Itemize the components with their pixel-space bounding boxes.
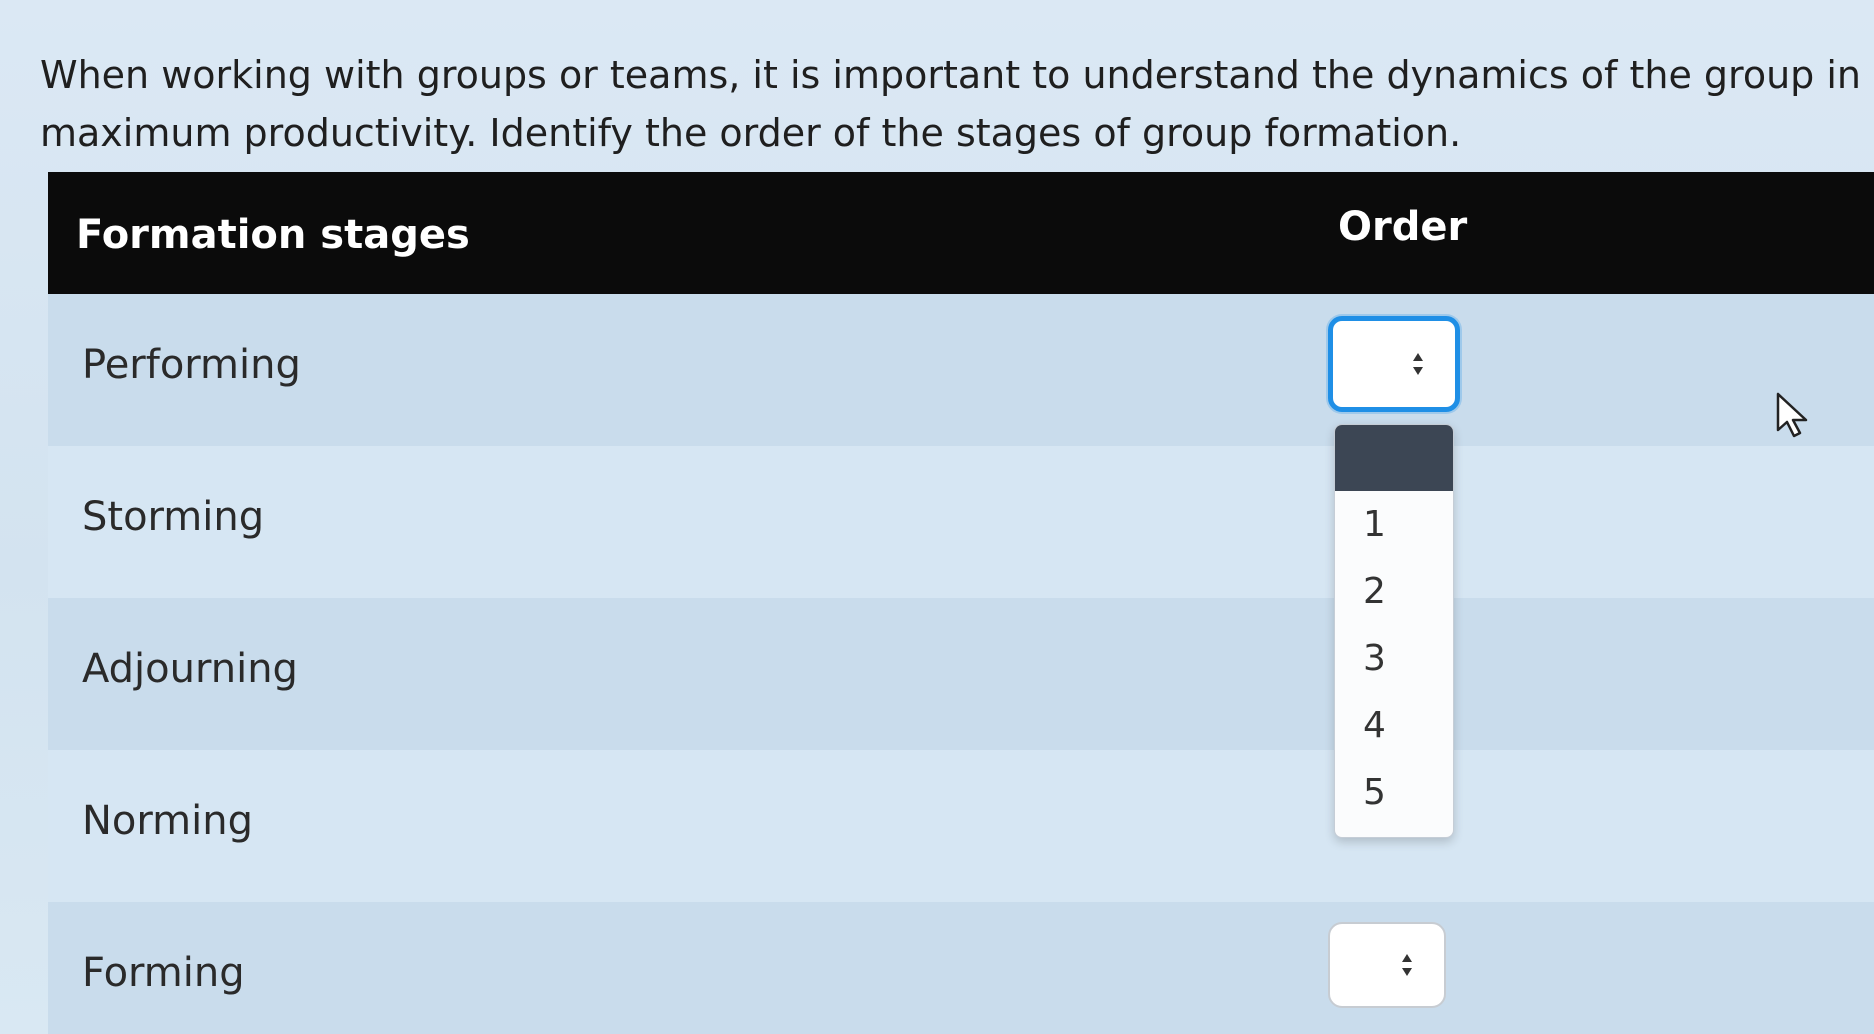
question-line-2: maximum productivity. Identify the order… [40,111,1462,155]
column-header-formation-stages: Formation stages [76,212,470,258]
table-row: Performing [48,294,1874,446]
order-dropdown-list: 1 2 3 4 5 [1334,424,1454,838]
column-header-order: Order [1338,204,1468,250]
dropdown-option-3[interactable]: 3 [1335,625,1453,692]
table-row: Norming [48,750,1874,902]
up-down-arrows-icon [1402,954,1412,976]
stage-label-performing: Performing [82,342,301,388]
dropdown-option-2[interactable]: 2 [1335,558,1453,625]
dropdown-option-5[interactable]: 5 [1335,759,1453,826]
table-row: Storming [48,446,1874,598]
dropdown-option-blank[interactable] [1335,425,1453,491]
up-down-arrows-icon [1413,353,1423,375]
dropdown-option-4[interactable]: 4 [1335,692,1453,759]
stage-label-forming: Forming [82,950,245,996]
quiz-page: When working with groups or teams, it is… [0,0,1874,1034]
stage-label-norming: Norming [82,798,253,844]
mouse-pointer-icon [1776,392,1808,438]
stage-label-storming: Storming [82,494,265,540]
matching-table: Formation stages Order Performing Stormi… [48,172,1874,1034]
table-row: Adjourning [48,598,1874,750]
order-select-performing[interactable] [1328,316,1460,412]
question-text: When working with groups or teams, it is… [40,46,1870,162]
table-row: Forming [48,902,1874,1034]
stage-label-adjourning: Adjourning [82,646,298,692]
order-select-forming[interactable] [1328,922,1446,1008]
dropdown-option-1[interactable]: 1 [1335,491,1453,558]
question-line-1: When working with groups or teams, it is… [40,53,1870,97]
table-header: Formation stages Order [48,172,1874,294]
